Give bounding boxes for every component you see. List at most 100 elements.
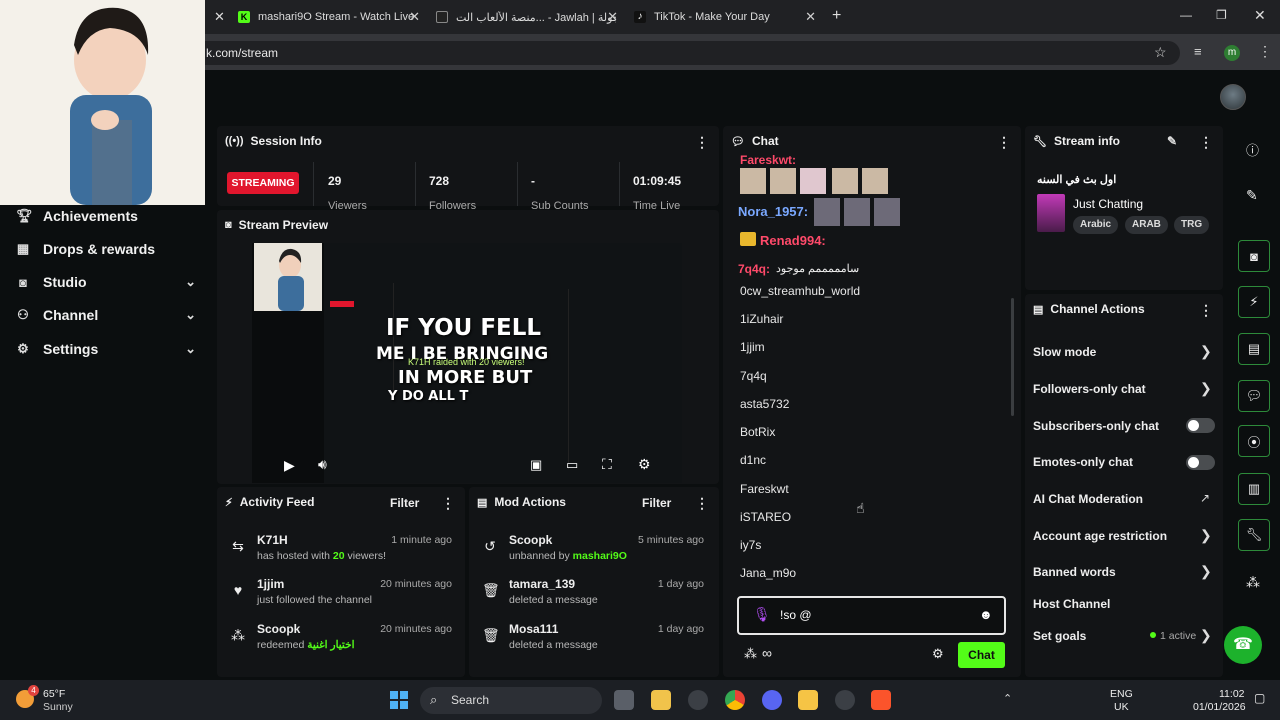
action-host-channel[interactable]: Host Channel [1033, 597, 1110, 611]
chevron-right-icon[interactable]: ❯ [1200, 627, 1212, 644]
chat-username[interactable]: 7q4q: [738, 262, 770, 276]
mention-option[interactable]: 0cw_streamhub_world [740, 284, 860, 298]
microphone-icon[interactable]: 🎙︎ [753, 606, 771, 623]
more-options-icon[interactable]: ⋮ [1199, 134, 1213, 151]
browser-menu-icon[interactable]: ⋮ [1258, 43, 1272, 60]
channel-points-icon[interactable]: ⁂ [744, 646, 757, 662]
play-icon[interactable]: ▶ [284, 457, 295, 474]
url-field[interactable]: k.com/stream [160, 41, 1180, 65]
chat-settings-icon[interactable]: ⚙ [932, 646, 944, 662]
fullscreen-icon[interactable]: ⛶ [602, 456, 612, 473]
chevron-right-icon[interactable]: ❯ [1200, 380, 1212, 397]
filter-button[interactable]: Filter [390, 496, 419, 510]
chat-username[interactable]: Renad994: [760, 233, 826, 248]
file-explorer-icon[interactable] [651, 690, 671, 710]
action-set-goals[interactable]: Set goals [1033, 629, 1086, 643]
support-headset-icon[interactable]: ☎ [1224, 626, 1262, 664]
info-icon[interactable]: ⓘ [1246, 140, 1259, 159]
settings-gear-icon[interactable]: ⚙ [638, 456, 651, 473]
filter-button[interactable]: Filter [642, 496, 671, 510]
send-chat-button[interactable]: Chat [958, 642, 1005, 668]
action-account-age[interactable]: Account age restriction [1033, 529, 1167, 543]
tab-kick-stream[interactable]: K mashari9O Stream - Watch Live ✕ [230, 4, 426, 30]
channel-points-icon[interactable]: ⁂ [1246, 574, 1260, 591]
pip-icon[interactable]: ▣ [530, 457, 542, 473]
feed-username[interactable]: 1jjim [257, 577, 284, 591]
feed-username[interactable]: K71H [257, 533, 288, 547]
broadcast-icon[interactable]: ⦿ [1238, 425, 1270, 457]
chat-username[interactable]: Nora_1957: [738, 204, 808, 219]
close-tab-icon[interactable]: ✕ [206, 4, 228, 30]
layout-icon[interactable]: ▥ [1238, 473, 1270, 505]
close-icon[interactable]: ✕ [805, 9, 816, 25]
mention-option[interactable]: 1iZuhair [740, 312, 783, 326]
notifications-icon[interactable]: ▢ [1254, 691, 1265, 705]
mod-username[interactable]: Mosa111 [509, 622, 558, 636]
more-options-icon[interactable]: ⋮ [695, 495, 709, 512]
mention-option[interactable]: 1jjim [740, 340, 765, 354]
chevron-right-icon[interactable]: ❯ [1200, 563, 1212, 580]
user-avatar[interactable] [1220, 84, 1246, 110]
tag-badge[interactable]: Arabic [1073, 216, 1119, 234]
action-followers-only[interactable]: Followers-only chat [1033, 382, 1146, 396]
feed-username[interactable]: Scoopk [257, 622, 300, 636]
scrollbar[interactable] [1011, 298, 1014, 416]
window-close-icon[interactable]: ✕ [1254, 7, 1266, 24]
preview-icon[interactable]: ◙ [1238, 240, 1270, 272]
chat-username[interactable]: Fareskwt: [740, 153, 796, 167]
mod-username[interactable]: tamara_139 [509, 577, 575, 591]
more-options-icon[interactable]: ⋮ [1199, 302, 1213, 319]
bookmark-star-icon[interactable]: ☆ [1154, 44, 1167, 61]
mention-option[interactable]: 7q4q [740, 369, 767, 383]
mention-option[interactable]: Jana_m9o [740, 566, 796, 580]
clock-time[interactable]: 11:02 [1219, 688, 1245, 700]
new-tab-icon[interactable]: + [832, 7, 841, 25]
sidebar-item-drops[interactable]: ▦ Drops & rewards [16, 238, 200, 260]
sidebar-item-channel[interactable]: ⚇ Channel ⌄ [16, 304, 200, 326]
mention-option[interactable]: asta5732 [740, 397, 789, 411]
theater-icon[interactable]: ▭ [566, 457, 578, 473]
volume-icon[interactable]: 🔊︎ [318, 456, 327, 473]
chrome-icon[interactable] [725, 690, 745, 710]
app-icon[interactable] [688, 690, 708, 710]
external-link-icon[interactable]: ↗ [1200, 491, 1210, 505]
close-icon[interactable]: ✕ [607, 9, 618, 25]
close-icon[interactable]: ✕ [409, 9, 420, 25]
minimize-icon[interactable]: — [1180, 8, 1192, 22]
sidebar-item-achievements[interactable]: 🏆︎ Achievements [16, 205, 200, 227]
tag-badge[interactable]: TRG [1174, 216, 1210, 234]
obs-icon[interactable] [835, 690, 855, 710]
edit-pencil-icon[interactable]: ✎ [1167, 134, 1177, 148]
action-banned-words[interactable]: Banned words [1033, 565, 1116, 579]
profile-avatar[interactable]: m [1224, 45, 1240, 61]
chat-input[interactable]: 🎙︎ !so @ ☻ [737, 596, 1006, 635]
chevron-right-icon[interactable]: ❯ [1200, 343, 1212, 360]
mention-option[interactable]: d1nc [740, 453, 766, 467]
tag-badge[interactable]: ARAB [1125, 216, 1168, 234]
action-ai-moderation[interactable]: AI Chat Moderation [1033, 492, 1143, 506]
chevron-up-icon[interactable]: ⌃ [1003, 692, 1012, 705]
mention-option[interactable]: Fareskwt [740, 482, 789, 496]
edit-pencil-icon[interactable]: ✎ [1246, 187, 1258, 204]
subscribers-only-toggle[interactable] [1186, 418, 1215, 433]
mention-option[interactable]: iSTAREO [740, 510, 791, 524]
document-icon[interactable]: ▤ [1238, 333, 1270, 365]
stream-video[interactable]: IF YOU FELL ME I BE BRINGING K71H raided… [252, 243, 682, 483]
mention-option[interactable]: BotRix [740, 425, 775, 439]
tab-tiktok[interactable]: ♪ TikTok - Make Your Day ✕ [626, 4, 822, 30]
reading-list-icon[interactable]: ≡ [1194, 44, 1202, 59]
emotes-only-toggle[interactable] [1186, 455, 1215, 470]
app-icon[interactable] [798, 690, 818, 710]
weather-temp[interactable]: 65°F [43, 688, 65, 700]
sidebar-item-settings[interactable]: ⚙ Settings ⌄ [16, 338, 200, 360]
discord-icon[interactable] [762, 690, 782, 710]
more-options-icon[interactable]: ⋮ [997, 134, 1011, 151]
category-thumbnail[interactable] [1037, 194, 1065, 232]
mod-username[interactable]: Scoopk [509, 533, 552, 547]
lightning-icon[interactable]: ⚡︎ [1238, 286, 1270, 318]
tab-jawlah[interactable]: منصة الألعاب الت... - Jawlah | جولة ✕ [428, 4, 624, 30]
windows-start-icon[interactable] [390, 691, 408, 709]
sidebar-item-studio[interactable]: ◙ Studio ⌄ [16, 271, 200, 293]
task-view-icon[interactable] [614, 690, 634, 710]
wrench-icon[interactable]: 🔧︎ [1238, 519, 1270, 551]
